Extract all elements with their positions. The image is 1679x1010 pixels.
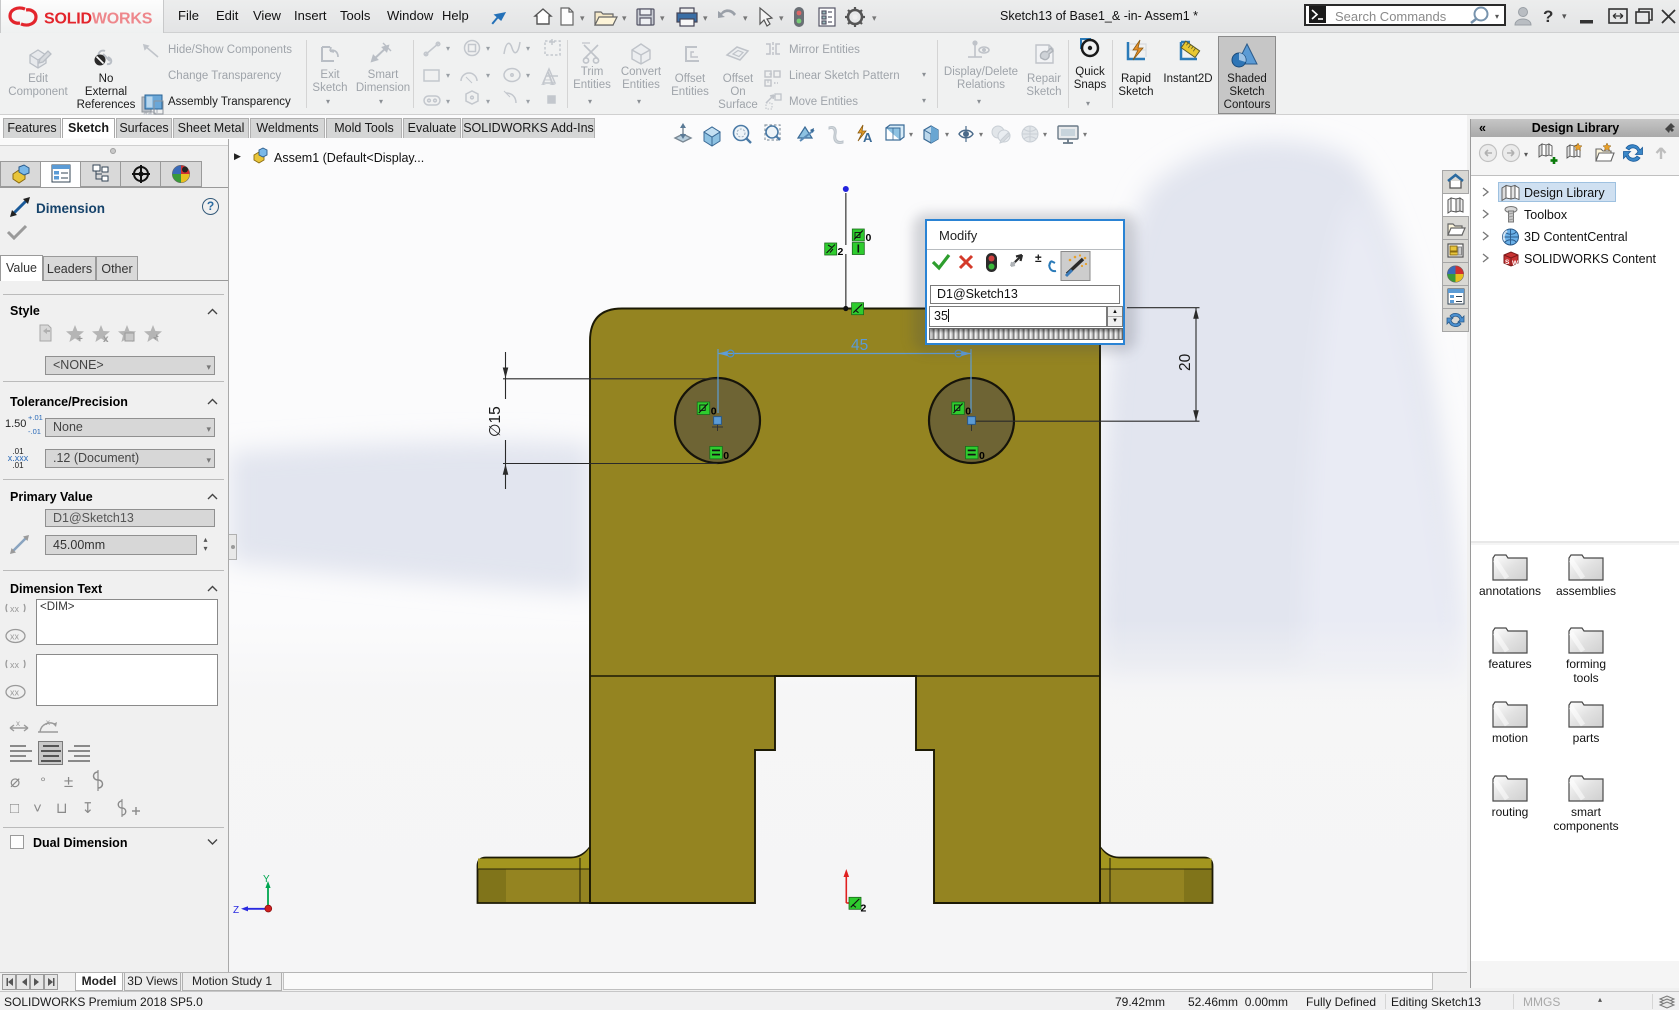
svg-text:forming: forming [1566, 657, 1606, 671]
svg-text:▾: ▾ [703, 13, 708, 23]
svg-text:45: 45 [851, 337, 868, 354]
svg-text:▾: ▾ [622, 13, 627, 23]
svg-text:▾: ▾ [779, 13, 784, 23]
svg-text:▾: ▾ [909, 130, 913, 139]
svg-text:▾: ▾ [526, 44, 530, 53]
svg-text:0: 0 [979, 450, 985, 462]
svg-text:0: 0 [866, 232, 872, 244]
svg-text:▾: ▾ [580, 13, 585, 23]
svg-text:0: 0 [723, 450, 729, 462]
svg-text:Z: Z [233, 905, 239, 916]
svg-text:▾: ▾ [979, 130, 983, 139]
svg-text:assemblies: assemblies [1556, 584, 1616, 598]
svg-text:xx: xx [10, 604, 20, 614]
svg-text:?: ? [1543, 7, 1553, 26]
svg-text:annotations: annotations [1479, 584, 1541, 598]
svg-text:2: 2 [838, 246, 844, 258]
svg-text:▾: ▾ [486, 71, 490, 80]
svg-text:▾: ▾ [1083, 130, 1087, 139]
svg-text:▾: ▾ [446, 44, 450, 53]
svg-text:20: 20 [1177, 353, 1194, 371]
svg-text:▾: ▾ [743, 13, 748, 23]
svg-text:▾: ▾ [945, 130, 949, 139]
svg-text:0: 0 [965, 406, 971, 418]
svg-text:Y: Y [263, 874, 270, 885]
svg-text:xx: xx [10, 688, 20, 698]
svg-text:xx: xx [10, 632, 20, 642]
svg-text:parts: parts [1573, 731, 1600, 745]
svg-text:±: ± [1035, 251, 1042, 265]
svg-text:A: A [863, 130, 873, 145]
svg-text:▾: ▾ [446, 71, 450, 80]
svg-text:▾: ▾ [872, 13, 877, 23]
svg-text:▾: ▾ [446, 97, 450, 106]
svg-text:+: + [77, 334, 83, 345]
svg-text:components: components [1553, 819, 1618, 833]
svg-text:▾: ▾ [660, 13, 665, 23]
svg-text:2: 2 [861, 903, 867, 915]
svg-text:▾: ▾ [526, 97, 530, 106]
svg-text:routing: routing [1492, 805, 1529, 819]
svg-text:0: 0 [711, 406, 717, 418]
svg-text:W: W [1512, 260, 1519, 267]
svg-text:smart: smart [1571, 805, 1602, 819]
svg-text:xx: xx [10, 660, 20, 670]
svg-text:▾: ▾ [1562, 11, 1567, 21]
svg-text:motion: motion [1492, 731, 1528, 745]
svg-text:▾: ▾ [1524, 150, 1528, 159]
svg-text:∅15: ∅15 [487, 406, 504, 437]
svg-text:x: x [103, 334, 109, 345]
svg-text:SOLIDWORKS: SOLIDWORKS [44, 11, 153, 28]
svg-text:x: x [16, 719, 20, 728]
svg-text:A: A [541, 68, 556, 90]
svg-text:S: S [1505, 259, 1510, 266]
svg-text:features: features [1488, 657, 1531, 671]
svg-text:x: x [46, 719, 50, 727]
svg-text:▾: ▾ [486, 97, 490, 106]
svg-text:▾: ▾ [526, 71, 530, 80]
svg-text:tools: tools [1573, 671, 1598, 685]
svg-text:▾: ▾ [1043, 130, 1047, 139]
svg-text:▾: ▾ [486, 44, 490, 53]
